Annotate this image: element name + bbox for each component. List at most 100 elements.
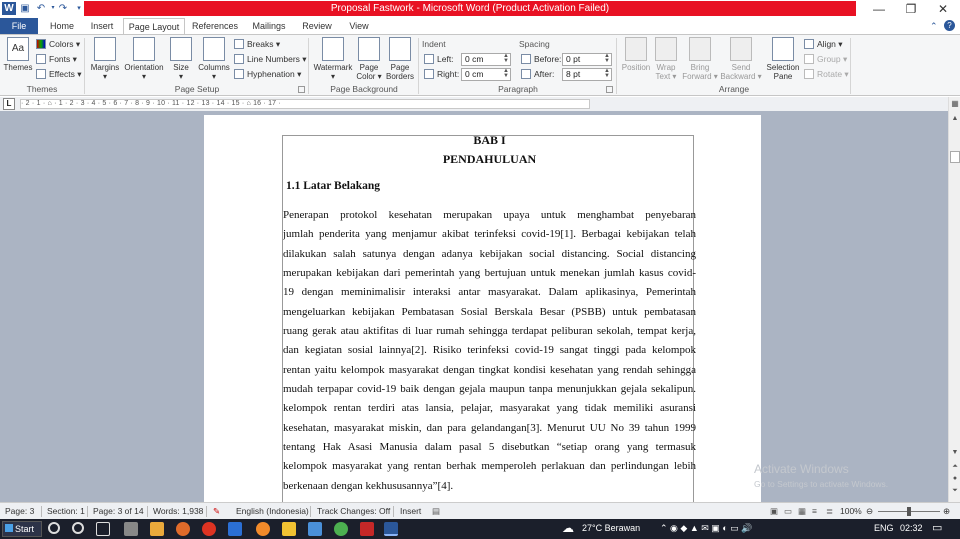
close-button[interactable]: ✕ (928, 0, 958, 18)
minimize-ribbon-icon[interactable]: ⌃ (930, 21, 938, 32)
tab-home[interactable]: Home (44, 18, 80, 34)
help-icon[interactable]: ? (944, 20, 955, 31)
body-line[interactable]: 19 dengan meminimalisir interaksi antar … (283, 286, 696, 298)
section-heading[interactable]: 1.1 Latar Belakang (286, 180, 699, 192)
print-layout-icon[interactable]: ▣ (770, 506, 778, 517)
tray-icons[interactable]: ⌃ ◉ ◆ ▲ ✉ ▣ ◐ ▭ 🔊 (660, 523, 752, 534)
body-line[interactable]: mudah terpapar covid-19 baik dengan geja… (283, 383, 696, 395)
vertical-scrollbar[interactable]: ▦ ▲ ▼ ⏶ ● ⏷ (948, 97, 960, 502)
spin-arrows-icon[interactable]: ▲ ▼ (503, 53, 509, 64)
minimize-button[interactable]: — (864, 0, 894, 18)
tab-selector-icon[interactable]: L (3, 98, 15, 110)
tab-references[interactable]: References (189, 18, 241, 34)
store-icon[interactable] (228, 522, 242, 536)
save-icon[interactable]: ▣ (18, 2, 32, 15)
full-screen-reading-icon[interactable]: ▭ (784, 506, 792, 517)
body-line[interactable]: rentan yaitu kelompok masyarakat dengan … (283, 364, 696, 376)
watermark-button[interactable]: Watermark ▾ (312, 37, 354, 83)
macro-icon[interactable]: ▤ (432, 506, 440, 517)
proofing-icon[interactable]: ✎ (213, 506, 220, 517)
notifications-icon[interactable]: ▭ (932, 521, 942, 534)
breaks-button[interactable]: Breaks ▾ (234, 38, 280, 51)
body-line[interactable]: ruang gerak atau aktifitas di luar rumah… (283, 325, 696, 337)
folder-icon[interactable] (282, 522, 296, 536)
align-button[interactable]: Align ▾ (804, 38, 843, 51)
next-page-icon[interactable]: ⏷ (950, 487, 960, 497)
input-language[interactable]: ENG (874, 523, 894, 533)
orientation-button[interactable]: Orientation ▾ (122, 37, 166, 83)
send-backward-button[interactable]: Send Backward ▾ (720, 37, 762, 83)
line-numbers-button[interactable]: Line Numbers ▾ (234, 53, 307, 66)
zoom-out-icon[interactable]: ⊖ (866, 506, 873, 517)
tab-view[interactable]: View (342, 18, 376, 34)
weather-text[interactable]: 27°C Berawan (582, 523, 640, 533)
body-line[interactable]: mengeluarkan kebijakan Pembatasan Sosial… (283, 306, 696, 318)
ruler-toggle-icon[interactable]: ▦ (950, 99, 960, 109)
status-page[interactable]: Page: 3 (5, 506, 34, 516)
tab-mailings[interactable]: Mailings (248, 18, 290, 34)
columns-button[interactable]: Columns ▾ (196, 37, 232, 83)
scroll-up-icon[interactable]: ▲ (950, 115, 960, 125)
spin-arrows-icon[interactable]: ▲ ▼ (503, 68, 509, 79)
body-line[interactable]: dilakukan salah satunya dengan adanya ke… (283, 248, 696, 260)
spin-arrows-icon[interactable]: ▲ ▼ (604, 68, 610, 79)
draft-icon[interactable]: ≣ (826, 506, 833, 517)
scroll-thumb[interactable] (950, 151, 960, 163)
body-line[interactable]: berkenaan dengan kekhususannya”[4]. (283, 480, 696, 492)
opera-icon[interactable] (202, 522, 216, 536)
chapter-heading[interactable]: BAB I (283, 133, 696, 148)
body-line[interactable]: kelompok rentan terdiri atas lansia, pel… (283, 402, 696, 414)
zoom-slider-thumb[interactable] (907, 507, 911, 516)
mail-icon[interactable] (308, 522, 322, 536)
tab-review[interactable]: Review (298, 18, 336, 34)
cortana-icon[interactable] (72, 522, 84, 534)
redo-icon[interactable]: ↷ (56, 2, 70, 15)
fonts-button[interactable]: Fonts ▾ (36, 53, 77, 66)
paragraph-launcher-icon[interactable] (606, 86, 613, 93)
body-line[interactable]: kelompok masyarakat yang rentan berhak m… (283, 460, 696, 472)
wrap-text-button[interactable]: Wrap Text ▾ (653, 37, 679, 83)
position-button[interactable]: Position (620, 37, 652, 83)
tab-insert[interactable]: Insert (84, 18, 120, 34)
horizontal-ruler[interactable]: · 2 · 1 · ⌂ · 1 · 2 · 3 · 4 · 5 · 6 · 7 … (20, 99, 590, 109)
spacing-after-input[interactable]: 8 pt ▲ ▼ (562, 68, 612, 81)
status-word-count[interactable]: Words: 1,938 (153, 506, 203, 516)
status-page-count[interactable]: Page: 3 of 14 (93, 506, 144, 516)
status-mode[interactable]: Insert (400, 506, 421, 516)
chrome-icon[interactable] (334, 522, 348, 536)
colors-button[interactable]: Colors ▾ (36, 38, 80, 51)
status-section[interactable]: Section: 1 (47, 506, 85, 516)
effects-button[interactable]: Effects ▾ (36, 68, 81, 81)
previous-page-icon[interactable]: ⏶ (950, 463, 960, 473)
browser-icon[interactable] (176, 522, 190, 536)
outline-icon[interactable]: ≡ (812, 506, 817, 516)
zoom-in-icon[interactable]: ⊕ (943, 506, 950, 517)
themes-button[interactable]: Aa Themes (3, 37, 33, 83)
rotate-button[interactable]: Rotate ▾ (804, 68, 849, 81)
clock[interactable]: 02:32 (900, 523, 923, 533)
firefox-icon[interactable] (256, 522, 270, 536)
search-icon[interactable] (48, 522, 60, 534)
body-line[interactable]: kesehatan, masyarakat miskin, dan para g… (283, 422, 696, 434)
page-color-button[interactable]: Page Color ▾ (355, 37, 383, 83)
browse-object-icon[interactable]: ● (950, 475, 960, 485)
task-view-icon[interactable] (96, 522, 110, 536)
app-icon[interactable] (124, 522, 138, 536)
body-line[interactable]: dan kegiatan sosial lainnya[2]. Risiko t… (283, 344, 696, 356)
status-language[interactable]: English (Indonesia) (236, 506, 309, 516)
size-button[interactable]: Size ▾ (168, 37, 194, 83)
maximize-button[interactable]: ❐ (896, 0, 926, 18)
page-setup-launcher-icon[interactable] (298, 86, 305, 93)
zoom-level[interactable]: 100% (840, 506, 862, 516)
file-explorer-icon[interactable] (150, 522, 164, 536)
status-track-changes[interactable]: Track Changes: Off (317, 506, 390, 516)
indent-left-input[interactable]: 0 cm ▲ ▼ (461, 53, 511, 66)
spin-arrows-icon[interactable]: ▲ ▼ (604, 53, 610, 64)
tab-file[interactable]: File (0, 18, 38, 34)
scroll-down-icon[interactable]: ▼ (950, 449, 960, 459)
body-line[interactable]: tentang Hak Asasi Manusia dalam pasal 5 … (283, 441, 696, 453)
hyphenation-button[interactable]: Hyphenation ▾ (234, 68, 301, 81)
web-layout-icon[interactable]: ▦ (798, 506, 806, 517)
page-borders-button[interactable]: Page Borders (384, 37, 416, 83)
spacing-before-input[interactable]: 0 pt ▲ ▼ (562, 53, 612, 66)
